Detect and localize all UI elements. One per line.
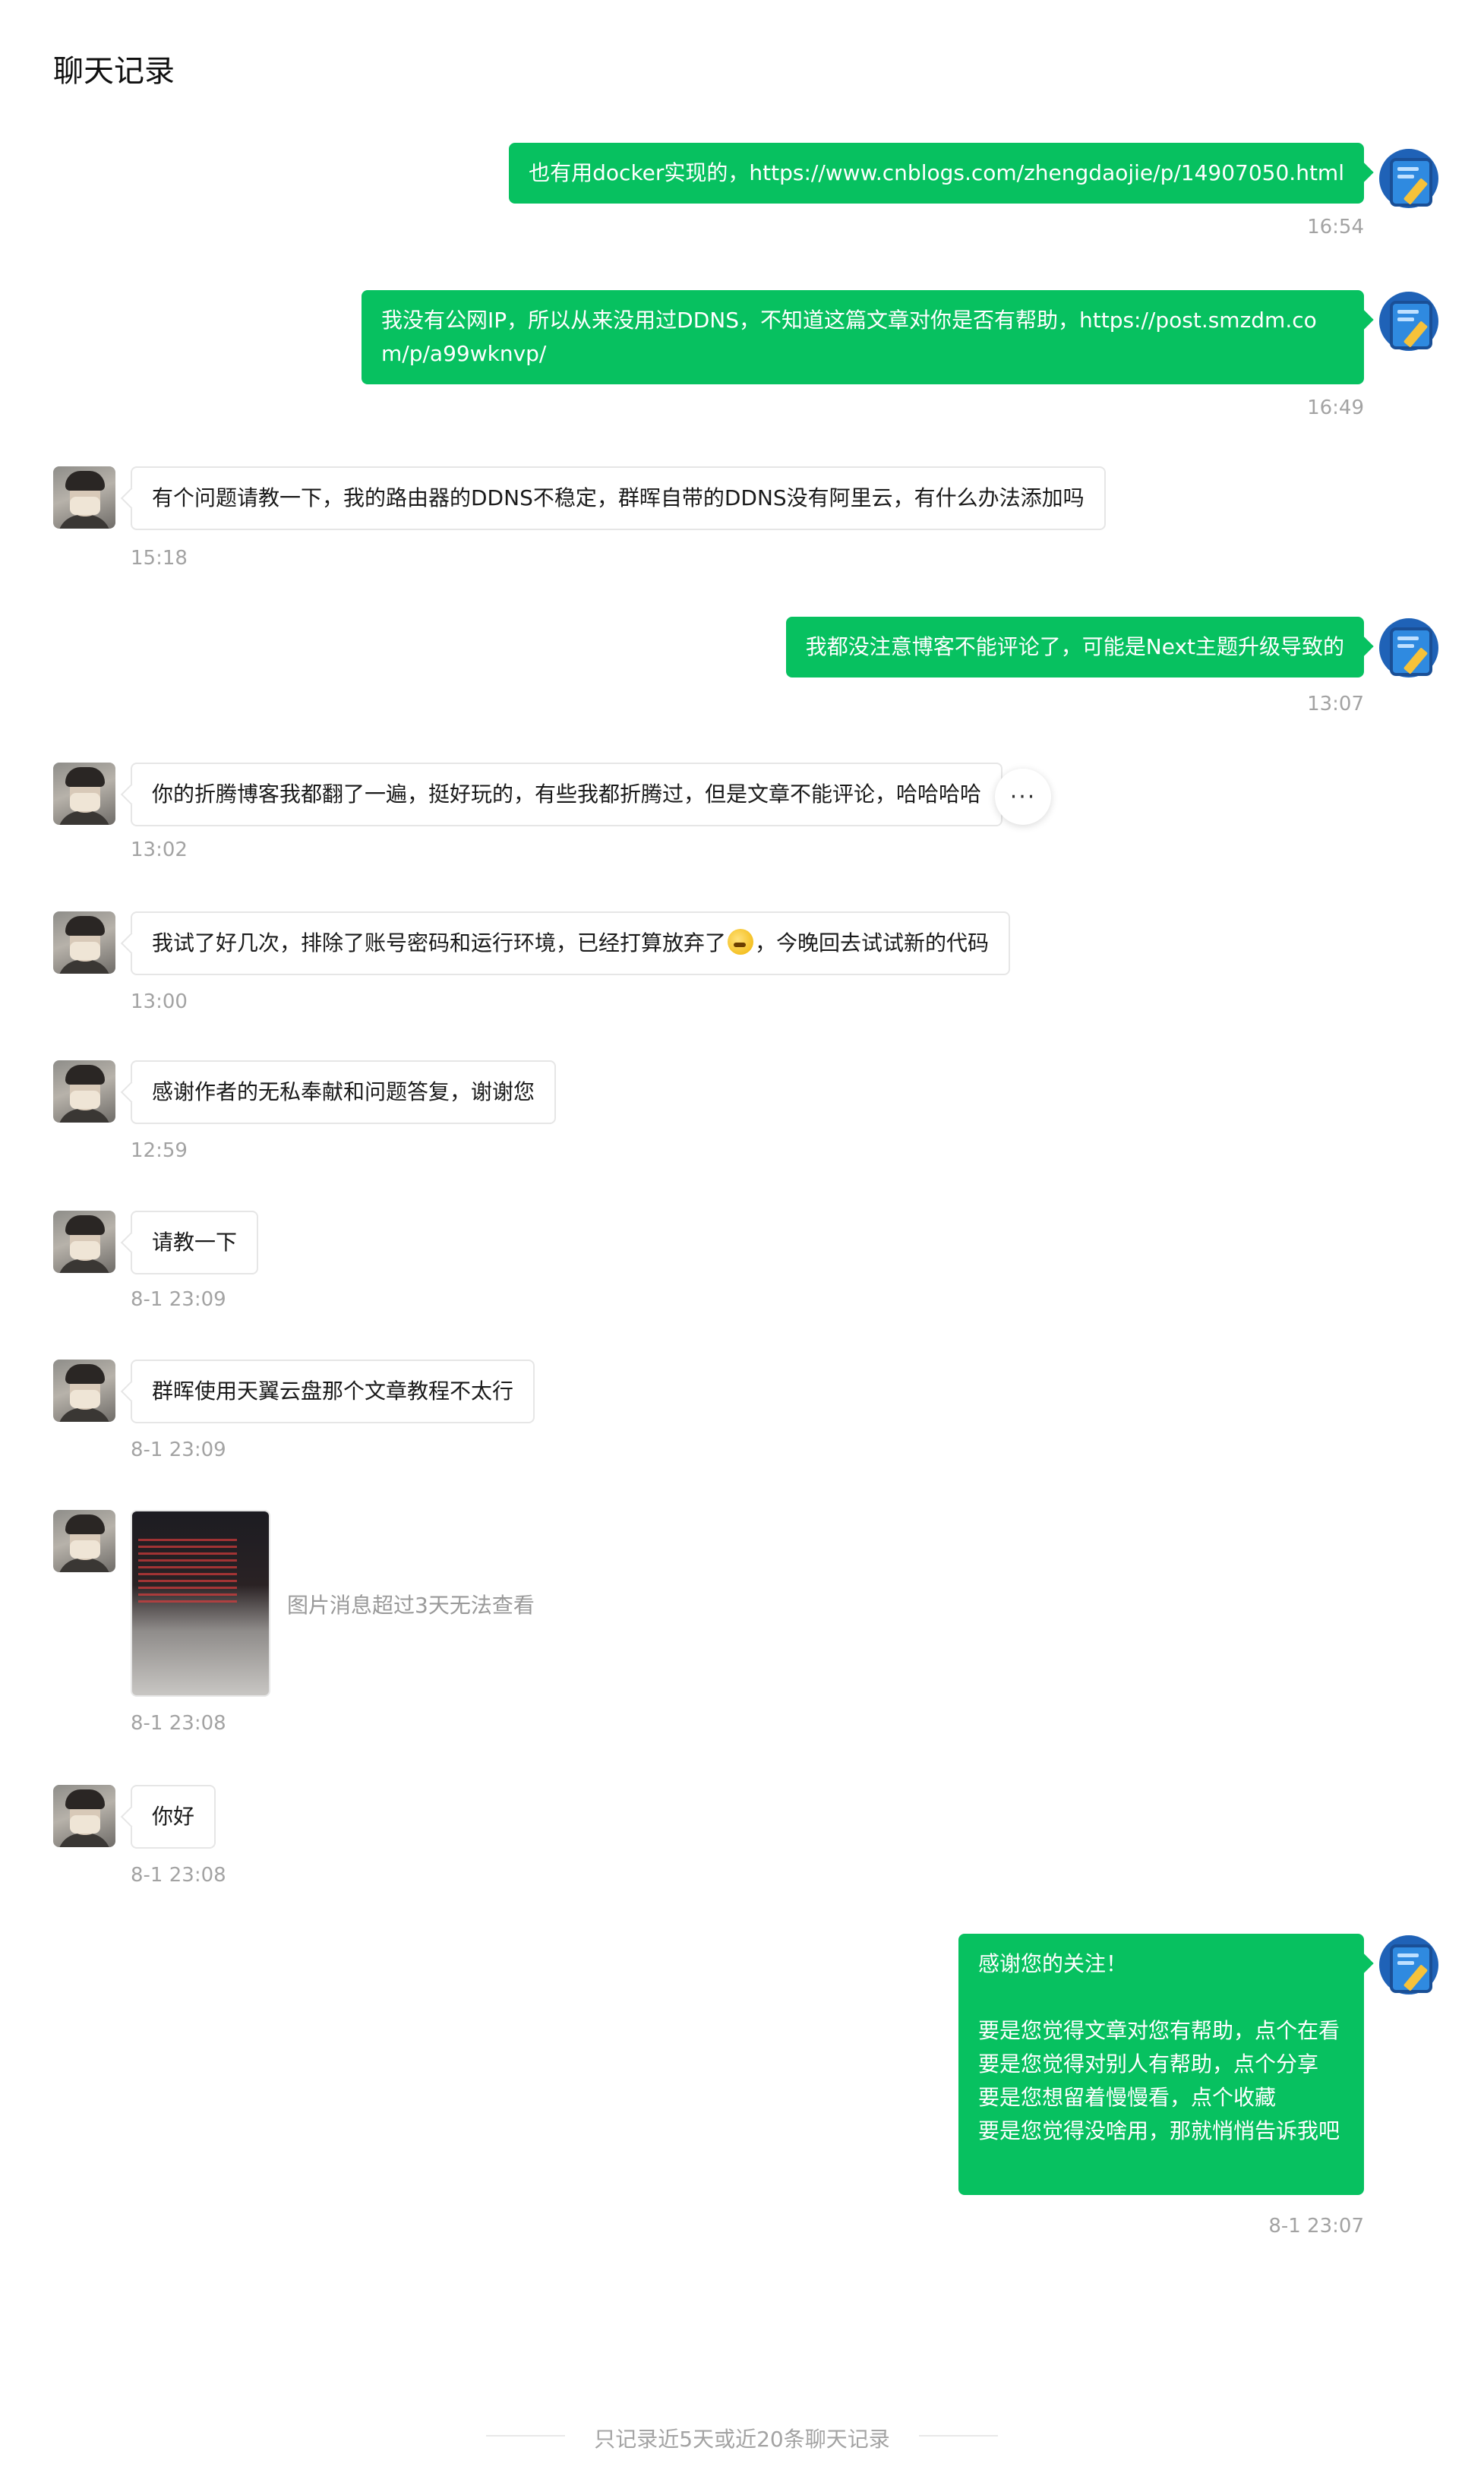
- incoming-message-bubble[interactable]: 有个问题请教一下，我的路由器的DDNS不稳定，群晖自带的DDNS没有阿里云，有什…: [131, 466, 1106, 530]
- contact-avatar[interactable]: [53, 1510, 115, 1572]
- message-timestamp: 8-1 23:09: [131, 1288, 226, 1311]
- more-icon: ···: [1009, 783, 1037, 810]
- sender-avatar[interactable]: [1378, 147, 1440, 210]
- message-timestamp: 8-1 23:08: [131, 1712, 226, 1735]
- incoming-message-bubble[interactable]: 感谢作者的无私奉献和问题答复，谢谢您: [131, 1060, 557, 1124]
- image-expired-note: 图片消息超过3天无法查看: [287, 1593, 535, 1618]
- incoming-message-bubble[interactable]: 你的折腾博客我都翻了一遍，挺好玩的，有些我都折腾过，但是文章不能评论，哈哈哈哈: [131, 763, 1003, 826]
- contact-avatar[interactable]: [53, 1060, 115, 1123]
- sender-avatar[interactable]: [1378, 617, 1440, 679]
- outgoing-message-bubble[interactable]: 我都没注意博客不能评论了，可能是Next主题升级导致的: [785, 617, 1364, 677]
- message-timestamp: 13:02: [131, 839, 188, 861]
- outgoing-message-bubble[interactable]: 我没有公网IP，所以从来没用过DDNS，不知道这篇文章对你是否有帮助，https…: [362, 290, 1364, 384]
- message-timestamp: 8-1 23:07: [1268, 2215, 1364, 2238]
- message-timestamp: 12:59: [131, 1139, 188, 1162]
- contact-avatar[interactable]: [53, 1785, 115, 1847]
- outgoing-message-bubble[interactable]: 也有用docker实现的，https://www.cnblogs.com/zhe…: [509, 143, 1364, 204]
- message-timestamp: 8-1 23:09: [131, 1439, 226, 1461]
- message-timestamp: 13:00: [131, 990, 188, 1013]
- contact-avatar[interactable]: [53, 466, 115, 529]
- page-title: 聊天记录: [53, 54, 175, 89]
- contact-avatar[interactable]: [53, 911, 115, 974]
- footer-divider-right: [919, 2435, 998, 2437]
- contact-avatar[interactable]: [53, 763, 115, 825]
- message-timestamp: 16:54: [1307, 216, 1364, 238]
- message-text: 我试了好几次，排除了账号密码和运行环境，已经打算放弃了: [152, 930, 727, 955]
- incoming-message-bubble[interactable]: 我试了好几次，排除了账号密码和运行环境，已经打算放弃了 ，今晚回去试试新的代码: [131, 911, 1011, 975]
- message-timestamp: 15:18: [131, 547, 188, 570]
- message-timestamp: 16:49: [1307, 396, 1364, 419]
- outgoing-message-bubble[interactable]: 感谢您的关注！ 要是您觉得文章对您有帮助，点个在看 要是您觉得对别人有帮助，点个…: [958, 1934, 1364, 2195]
- message-timestamp: 13:07: [1307, 693, 1364, 715]
- message-text: ，今晚回去试试新的代码: [755, 930, 990, 955]
- contact-avatar[interactable]: [53, 1211, 115, 1273]
- incoming-message-bubble[interactable]: 群晖使用天翼云盘那个文章教程不太行: [131, 1360, 535, 1423]
- incoming-message-bubble[interactable]: 请教一下: [131, 1211, 259, 1274]
- sender-avatar[interactable]: [1378, 1934, 1440, 1996]
- history-limit-note: 只记录近5天或近20条聊天记录: [594, 2427, 890, 2452]
- contact-avatar[interactable]: [53, 1360, 115, 1422]
- sender-avatar[interactable]: [1378, 290, 1440, 352]
- message-timestamp: 8-1 23:08: [131, 1864, 226, 1887]
- image-message-thumbnail[interactable]: [131, 1510, 270, 1697]
- crying-face-emoji-icon: [728, 929, 754, 955]
- more-options-button[interactable]: ···: [995, 769, 1051, 825]
- incoming-message-bubble[interactable]: 你好: [131, 1785, 216, 1849]
